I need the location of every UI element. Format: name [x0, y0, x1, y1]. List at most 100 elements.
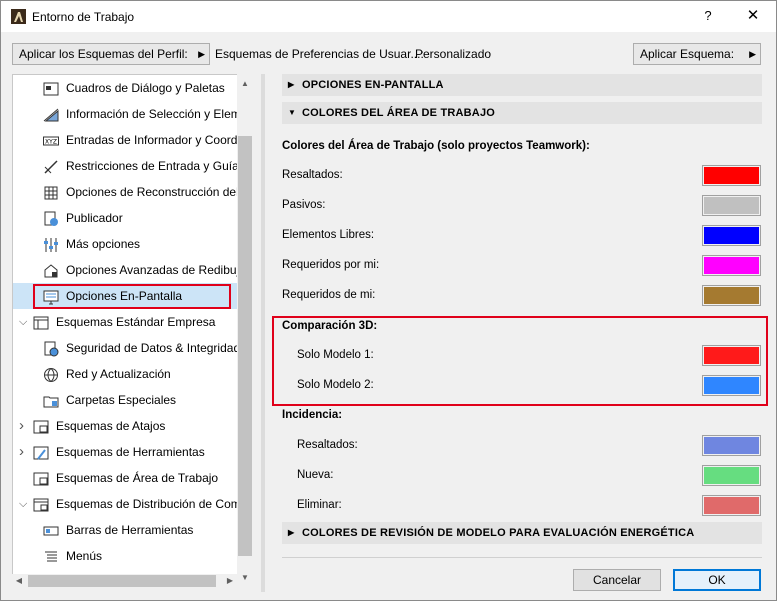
tree-horizontal-scrollbar[interactable]: ◀ ▶ [12, 574, 237, 588]
sidebar-item-label: Barras de Herramientas [66, 523, 194, 537]
sidebar-item[interactable]: Publicador [13, 205, 239, 231]
chevron-down-icon[interactable]: ⌵ [19, 491, 27, 517]
svg-text:XYZ: XYZ [45, 139, 57, 146]
swatch-fill [704, 167, 759, 184]
teamwork-label: Requeridos por mi: [282, 259, 380, 271]
sidebar-item-label: Restricciones de Entrada y Guías [66, 159, 239, 173]
xyz-tracker-icon: XYZ [43, 132, 59, 148]
sidebar-item[interactable]: Menús [13, 543, 239, 569]
pane-splitter[interactable] [261, 74, 265, 592]
apply-profile-button[interactable]: Aplicar los Esquemas del Perfil: ▶ [12, 43, 210, 65]
preferences-dialog: Entorno de Trabajo ? ✕ Aplicar los Esque… [0, 0, 777, 601]
sidebar-item-label: Esquemas de Distribución de Coma [56, 497, 239, 511]
publisher-icon [43, 210, 59, 226]
dialog-palettes-icon [43, 80, 59, 96]
energy-review-colors-header[interactable]: ▶ COLORES DE REVISIÓN DE MODELO PARA EVA… [282, 522, 762, 544]
data-safety-icon [43, 340, 59, 357]
comparison-color-swatch[interactable] [702, 345, 761, 366]
incidence-color-swatch[interactable] [702, 435, 761, 456]
swatch-fill [704, 497, 759, 514]
sidebar-item-label: Esquemas de Atajos [56, 419, 166, 433]
chevron-right-icon[interactable]: › [19, 439, 24, 465]
workarea-colors-header[interactable]: ▼ COLORES DEL ÁREA DE TRABAJO [282, 102, 762, 124]
sidebar-item[interactable]: Barras de Herramientas [13, 517, 239, 543]
sidebar-item[interactable]: Seguridad de Datos & Integridad [13, 335, 239, 361]
company-schemes-icon [33, 314, 49, 330]
chevron-down-icon[interactable]: ⌵ [19, 309, 27, 335]
apply-scheme-label: Aplicar Esquema: [640, 47, 735, 61]
sidebar-item-label: Información de Selección y Eleme [66, 107, 239, 121]
tree-vertical-scrollbar[interactable]: ▲ ▼ [237, 74, 253, 588]
scroll-left-icon[interactable]: ◀ [12, 574, 26, 588]
teamwork-color-swatch[interactable] [702, 225, 761, 246]
cancel-button[interactable]: Cancelar [573, 569, 661, 591]
incidence-color-swatch[interactable] [702, 465, 761, 486]
onscreen-options-header[interactable]: ▶ OPCIONES EN-PANTALLA [282, 74, 762, 96]
apply-profile-label: Aplicar los Esquemas del Perfil: [19, 47, 188, 61]
sidebar-item-label: Opciones Avanzadas de Redibuja [66, 263, 239, 277]
sidebar-item-label: Opciones de Reconstrucción del [66, 185, 239, 199]
command-layout-icon [33, 496, 49, 512]
sidebar-item[interactable]: Opciones Avanzadas de Redibuja [13, 257, 239, 283]
sidebar-item[interactable]: › Esquemas de Herramientas [13, 439, 239, 465]
sidebar-item[interactable]: Más opciones [13, 231, 239, 257]
teamwork-color-swatch[interactable] [702, 255, 761, 276]
scroll-right-icon[interactable]: ▶ [223, 574, 237, 588]
incidence-label: Eliminar: [297, 499, 342, 511]
swatch-fill [704, 287, 759, 304]
sidebar-item[interactable]: Red y Actualización [13, 361, 239, 387]
incidence-label: Nueva: [297, 469, 334, 481]
sidebar-item-label: Seguridad de Datos & Integridad [66, 341, 239, 355]
selection-annotation-box [33, 284, 231, 309]
constraints-icon [43, 158, 59, 174]
sidebar-item-label: Entradas de Informador y Coorde [66, 133, 239, 147]
sidebar-item[interactable]: Cuadros de Diálogo y Paletas [13, 75, 239, 101]
sidebar-item[interactable]: XYZ Entradas de Informador y Coorde [13, 127, 239, 153]
sidebar-item[interactable]: Carpetas Especiales [13, 387, 239, 413]
comparison-color-swatch[interactable] [702, 375, 761, 396]
apply-scheme-button[interactable]: Aplicar Esquema: ▶ [633, 43, 761, 65]
title-bar: Entorno de Trabajo ? ✕ [1, 1, 776, 32]
collapsed-triangle-icon: ▶ [288, 80, 295, 89]
teamwork-colors-title: Colores del Área de Trabajo (solo proyec… [282, 140, 590, 152]
scroll-down-icon[interactable]: ▼ [237, 570, 253, 586]
sidebar-item[interactable]: ⌵ Esquemas Estándar Empresa [13, 309, 239, 335]
close-button[interactable]: ✕ [741, 5, 765, 27]
scrollbar-thumb[interactable] [28, 575, 216, 587]
more-options-icon [43, 236, 59, 252]
sidebar-item-label: Carpetas Especiales [66, 393, 177, 407]
comparison-3d-title: Comparación 3D: [282, 320, 378, 332]
advanced-redraw-icon [43, 262, 59, 278]
collapsed-triangle-icon: ▶ [288, 528, 295, 537]
incidence-color-swatch[interactable] [702, 495, 761, 516]
swatch-fill [704, 197, 759, 214]
scrollbar-thumb[interactable] [238, 136, 252, 556]
teamwork-color-swatch[interactable] [702, 165, 761, 186]
chevron-right-icon[interactable]: › [19, 413, 24, 439]
incidence-label: Resaltados: [297, 439, 358, 451]
swatch-fill [704, 467, 759, 484]
onscreen-options-title: OPCIONES EN-PANTALLA [302, 79, 444, 91]
footer-divider [282, 557, 762, 558]
sidebar-item[interactable]: › Esquemas de Atajos [13, 413, 239, 439]
help-button[interactable]: ? [696, 5, 720, 27]
teamwork-color-swatch[interactable] [702, 285, 761, 306]
sidebar-item-label: Más opciones [66, 237, 141, 251]
scroll-up-icon[interactable]: ▲ [237, 76, 253, 92]
teamwork-label: Requeridos de mi: [282, 289, 376, 301]
sidebar-item[interactable]: Restricciones de Entrada y Guías [13, 153, 239, 179]
swatch-fill [704, 347, 759, 364]
sidebar-item[interactable]: Opciones de Reconstrucción del [13, 179, 239, 205]
sidebar-item-label: Esquemas de Área de Trabajo [56, 471, 219, 485]
sidebar-item[interactable]: ⌵ Esquemas de Distribución de Coma [13, 491, 239, 517]
sidebar-item[interactable]: Esquemas de Área de Trabajo [13, 465, 239, 491]
workspace-schemes-icon [33, 470, 49, 486]
ok-button[interactable]: OK [673, 569, 761, 591]
sidebar-item[interactable]: Información de Selección y Eleme [13, 101, 239, 127]
network-icon [43, 366, 59, 382]
special-folders-icon [43, 392, 59, 408]
sidebar-item-label: Esquemas de Herramientas [56, 445, 205, 459]
sidebar-item-label: Cuadros de Diálogo y Paletas [66, 81, 225, 95]
teamwork-color-swatch[interactable] [702, 195, 761, 216]
swatch-fill [704, 257, 759, 274]
